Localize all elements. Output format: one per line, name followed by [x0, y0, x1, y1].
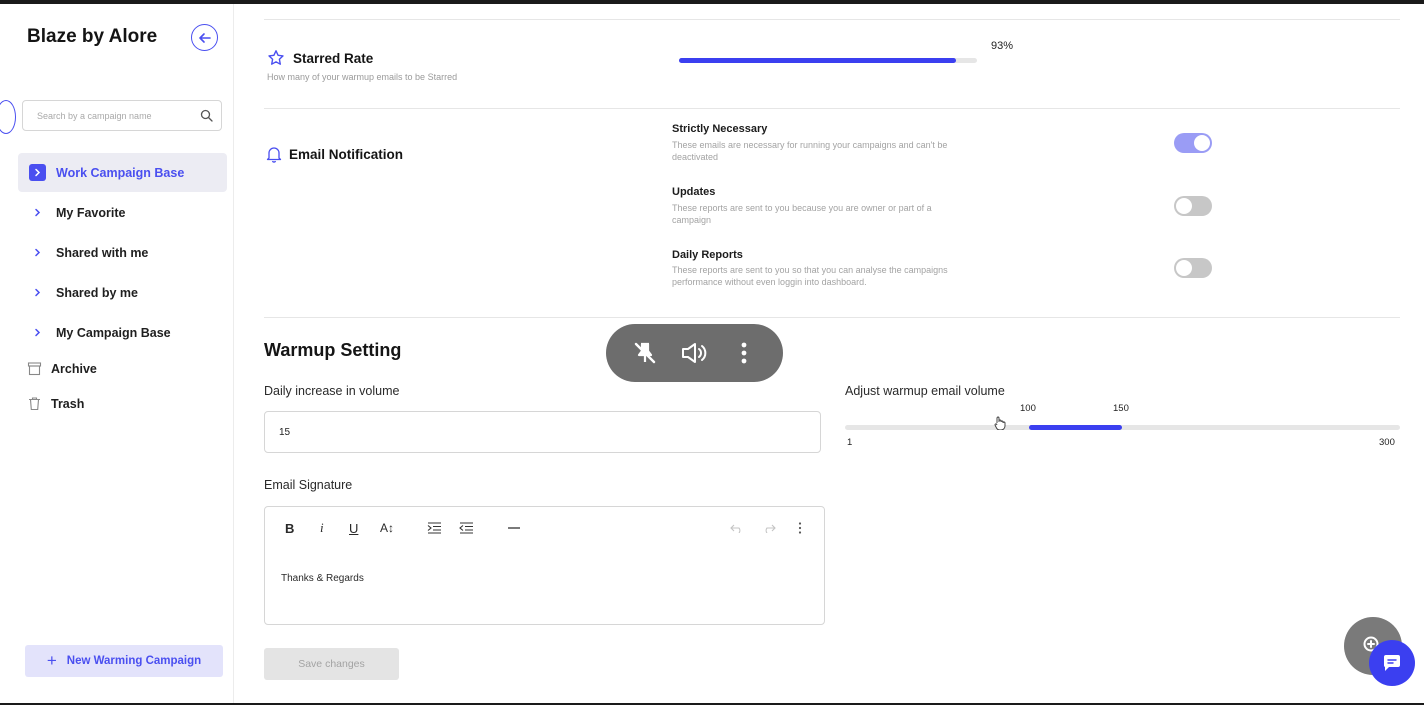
- trash-icon: [26, 395, 43, 412]
- new-campaign-label: New Warming Campaign: [66, 655, 202, 667]
- unpin-button[interactable]: [630, 338, 660, 368]
- toggle-knob: [1194, 135, 1210, 151]
- warmup-volume-range[interactable]: [1028, 425, 1122, 430]
- sidebar-item-work-campaign-base[interactable]: Work Campaign Base: [18, 153, 227, 192]
- outdent-button[interactable]: [459, 520, 474, 536]
- indent-button[interactable]: [427, 520, 442, 536]
- outdent-icon: [459, 522, 473, 534]
- star-icon: [268, 50, 284, 65]
- more-vertical-icon: [741, 342, 747, 364]
- sidebar-item-label: Shared with me: [56, 245, 149, 260]
- email-signature-label: Email Signature: [264, 478, 353, 492]
- volume-min-value: 1: [847, 437, 853, 448]
- bold-button[interactable]: B: [285, 520, 294, 536]
- sidebar-item-trash[interactable]: Trash: [26, 395, 84, 412]
- email-notification-title: Email Notification: [266, 145, 403, 163]
- toggle-knob: [1176, 260, 1192, 276]
- chevron-right-icon: [29, 244, 46, 261]
- daily-reports-description: These reports are sent to you so that yo…: [672, 265, 948, 287]
- starred-rate-progress-fill: [679, 58, 957, 63]
- search-icon[interactable]: [200, 109, 213, 122]
- more-vertical-icon: [798, 522, 802, 534]
- chevron-right-icon: [29, 164, 46, 181]
- sidebar-item-my-favorite[interactable]: My Favorite: [18, 193, 227, 232]
- volume-high-value: 150: [1113, 403, 1129, 414]
- strictly-necessary-toggle[interactable]: [1174, 133, 1212, 153]
- daily-increase-input[interactable]: [264, 411, 821, 453]
- indent-icon: [427, 522, 441, 534]
- starred-rate-label: Starred Rate: [293, 50, 374, 66]
- new-warming-campaign-button[interactable]: + New Warming Campaign: [25, 645, 223, 677]
- underline-button[interactable]: U: [349, 520, 358, 536]
- starred-rate-percent: 93%: [991, 40, 1014, 52]
- archive-label: Archive: [51, 361, 97, 376]
- archive-icon: [26, 360, 43, 377]
- daily-increase-label: Daily increase in volume: [264, 384, 400, 398]
- sidebar-item-archive[interactable]: Archive: [26, 360, 97, 377]
- more-options-button[interactable]: [798, 520, 802, 536]
- horizontal-rule-icon: [508, 527, 520, 529]
- volume-button[interactable]: [679, 338, 709, 368]
- warmup-volume-slider[interactable]: [845, 425, 1400, 430]
- undo-icon: [730, 524, 741, 533]
- email-notification-label: Email Notification: [289, 146, 404, 162]
- speaker-icon: [682, 343, 707, 363]
- warmup-volume-label: Adjust warmup email volume: [845, 384, 1005, 398]
- font-size-button[interactable]: A↕: [380, 520, 394, 536]
- toggle-knob: [1176, 198, 1192, 214]
- starred-rate-description: How many of your warmup emails to be Sta…: [267, 72, 458, 82]
- plus-icon: +: [46, 651, 57, 670]
- unpin-icon: [634, 342, 656, 364]
- chat-icon: [1383, 655, 1400, 671]
- horizontal-rule-button[interactable]: [508, 520, 520, 536]
- media-control-pill: [606, 324, 783, 382]
- sidebar-item-label: Work Campaign Base: [56, 165, 185, 180]
- chevron-right-icon: [29, 324, 46, 341]
- divider: [264, 317, 1400, 318]
- bell-icon: [266, 147, 282, 163]
- volume-low-value: 100: [1020, 403, 1036, 414]
- hand-cursor-icon: [994, 416, 1006, 430]
- sidebar-item-label: Shared by me: [56, 285, 138, 300]
- brand-title: Blaze by Alore: [27, 26, 158, 47]
- save-changes-button[interactable]: Save changes: [264, 648, 399, 680]
- divider: [264, 19, 1400, 20]
- media-more-button[interactable]: [729, 338, 759, 368]
- redo-button[interactable]: [762, 520, 776, 536]
- campaign-search[interactable]: [22, 100, 222, 131]
- starred-rate-title: Starred Rate: [267, 49, 373, 67]
- daily-reports-label: Daily Reports: [672, 249, 743, 261]
- chat-button[interactable]: [1369, 640, 1415, 686]
- sidebar-item-my-campaign-base[interactable]: My Campaign Base: [18, 313, 227, 352]
- divider: [264, 108, 1400, 109]
- undo-button[interactable]: [730, 520, 744, 536]
- edge-circle-icon: [0, 100, 16, 134]
- daily-reports-toggle[interactable]: [1174, 258, 1212, 278]
- updates-toggle[interactable]: [1174, 196, 1212, 216]
- sidebar-item-shared-with-me[interactable]: Shared with me: [18, 233, 227, 272]
- chevron-right-icon: [29, 204, 46, 221]
- starred-rate-progress: [679, 58, 977, 63]
- signature-editor[interactable]: B i U A↕ Thanks & Regards: [264, 506, 825, 625]
- warmup-setting-title: Warmup Setting: [264, 340, 402, 360]
- updates-label: Updates: [672, 186, 716, 198]
- strictly-necessary-label: Strictly Necessary: [672, 123, 768, 135]
- sidebar-item-label: My Favorite: [56, 205, 126, 220]
- sidebar-item-shared-by-me[interactable]: Shared by me: [18, 273, 227, 312]
- chevron-right-icon: [29, 284, 46, 301]
- sidebar: Blaze by Alore Work Campaign Base My Fav…: [0, 4, 234, 703]
- trash-label: Trash: [51, 396, 85, 411]
- sidebar-item-label: My Campaign Base: [56, 325, 171, 340]
- italic-button[interactable]: i: [320, 520, 324, 536]
- volume-max-value: 300: [1379, 437, 1395, 448]
- redo-icon: [765, 524, 776, 533]
- strictly-necessary-description: These emails are necessary for running y…: [672, 140, 948, 162]
- collapse-sidebar-button[interactable]: [191, 24, 218, 51]
- arrow-left-icon: [198, 32, 211, 43]
- updates-description: These reports are sent to you because yo…: [672, 203, 932, 225]
- signature-text[interactable]: Thanks & Regards: [281, 573, 364, 584]
- campaign-search-input[interactable]: [37, 110, 200, 121]
